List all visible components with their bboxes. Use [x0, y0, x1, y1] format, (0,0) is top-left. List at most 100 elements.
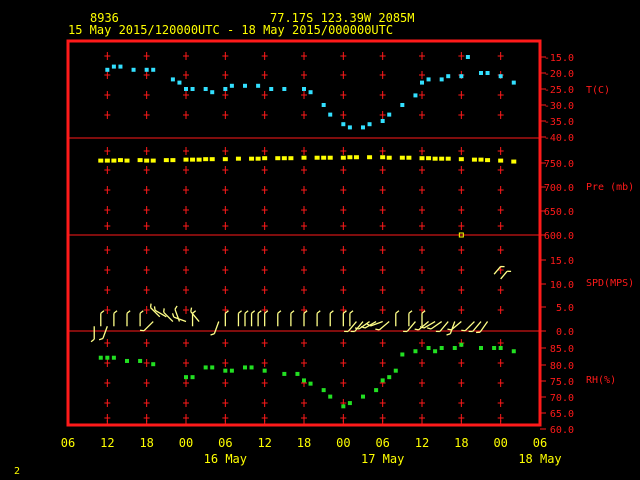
temperature-point [184, 87, 188, 91]
pressure-point [498, 158, 504, 163]
humidity-point [125, 358, 129, 363]
wind-barb [163, 311, 174, 322]
x-day-label: 17 May [361, 452, 404, 466]
wind-barb [102, 326, 108, 339]
humidity-point [479, 346, 483, 350]
x-tick-label: 18 [297, 436, 311, 450]
wind-barb [500, 270, 508, 280]
humidity-point [184, 375, 188, 380]
humidity-point [223, 368, 228, 373]
y-tick-label: -30.0 [544, 101, 574, 112]
x-tick-label: 12 [257, 436, 271, 450]
pressure-point [347, 155, 353, 160]
pressure-point [203, 157, 209, 162]
wind-barb-flag [316, 310, 321, 314]
pressure-point [222, 157, 228, 162]
pressure-point [301, 155, 307, 160]
temperature-point [243, 83, 247, 88]
x-tick-label: 12 [415, 436, 429, 450]
x-tick-label: 18 [139, 436, 153, 450]
y-tick-label: -15.0 [544, 53, 574, 64]
x-day-label: 16 May [204, 452, 247, 466]
wind-barb-flag [126, 310, 131, 314]
x-tick-label: 00 [493, 436, 507, 450]
wind-barb-flag [139, 310, 144, 314]
humidity-point [321, 388, 326, 393]
pressure-point [386, 155, 392, 160]
pressure-point [137, 158, 143, 163]
pressure-point [183, 157, 189, 162]
temperature-point [341, 122, 346, 127]
humidity-point [380, 378, 385, 383]
temperature-point [387, 112, 392, 117]
temperature-point [111, 64, 116, 69]
wind-barb [472, 321, 482, 332]
x-tick-label: 06 [533, 436, 547, 450]
y-tick-label: -35.0 [544, 117, 574, 128]
pressure-point [327, 155, 333, 160]
y-tick-label: 60.0 [550, 425, 574, 436]
x-tick-label: 06 [375, 436, 389, 450]
wind-barb-flag [426, 327, 432, 330]
pressure-point [262, 156, 268, 161]
pressure-point [426, 156, 432, 161]
y-tick-label: 80.0 [550, 361, 574, 372]
pressure-point [281, 156, 287, 161]
temperature-point [446, 74, 451, 79]
data-marks [90, 55, 517, 409]
x-tick-label: 06 [61, 436, 75, 450]
wind-barb [143, 321, 154, 332]
temperature-point [105, 67, 110, 72]
wind-barb [439, 321, 449, 332]
y-tick-label: -40.0 [544, 133, 574, 144]
humidity-point [400, 352, 405, 357]
temperature-point [400, 103, 405, 107]
pressure-point [196, 157, 202, 162]
humidity-point [203, 365, 208, 370]
x-tick-label: 06 [218, 436, 232, 450]
humidity-point [229, 368, 234, 373]
y-tick-label: 10.0 [550, 280, 574, 291]
wind-barb-flag [171, 313, 175, 318]
wind-barb [464, 321, 475, 332]
pressure-point [235, 156, 241, 161]
wind-barb-flag [408, 310, 413, 314]
temperature-point [479, 71, 483, 75]
wind-barb-flag [153, 306, 156, 311]
temperature-point [151, 67, 156, 72]
y-tick-label: -20.0 [544, 69, 574, 80]
humidity-point [105, 355, 110, 360]
y-tick-label: 70.0 [550, 393, 574, 404]
pressure-point [104, 158, 110, 163]
pressure-point [209, 157, 215, 162]
pressure-point [288, 156, 294, 161]
pressure-point [478, 157, 484, 162]
temperature-point [223, 87, 228, 91]
x-tick-label: 00 [179, 436, 193, 450]
humidity-point [210, 365, 215, 370]
pressure-point [485, 158, 491, 163]
humidity-point [282, 371, 287, 376]
wind-barb-flag [244, 310, 249, 314]
y-tick-label: 65.0 [550, 409, 574, 420]
temperature-axis-label: T(C) [586, 85, 610, 96]
humidity-point [295, 371, 300, 376]
wind-barb-flag [329, 310, 334, 314]
pressure-point [406, 155, 412, 160]
temperature-point [131, 67, 136, 72]
y-tick-label: -25.0 [544, 85, 574, 96]
humidity-point [328, 394, 333, 399]
humidity-point [111, 355, 116, 360]
wind-barb-flag [290, 310, 295, 314]
meteogram-chart: 8936 77.17S 123.39W 2085M 15 May 2015/12… [14, 11, 634, 477]
pressure-point [321, 155, 327, 160]
wind-barb-flag [238, 310, 242, 314]
grid-layer [67, 52, 541, 425]
wind-barb-flag [414, 328, 419, 331]
temperature-point [229, 83, 234, 88]
temperature-point [511, 80, 516, 85]
wind-barb-flag [375, 328, 380, 331]
x-day-label: 18 May [518, 452, 561, 466]
humidity-point [262, 368, 267, 373]
pressure-point [124, 158, 130, 163]
